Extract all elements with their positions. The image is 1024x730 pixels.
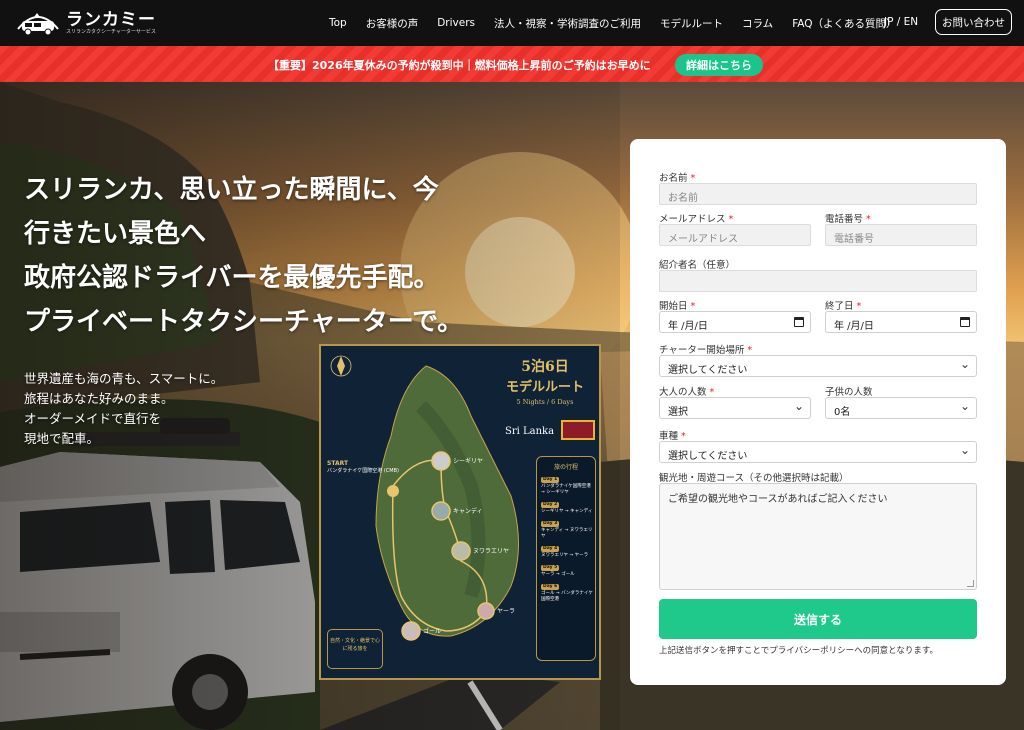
name-input[interactable]: お名前 — [659, 183, 977, 205]
children-label: 子供の人数 — [825, 387, 873, 398]
headline-line-1: スリランカ、思い立った瞬間に、今 — [24, 175, 439, 205]
nav-faq[interactable]: FAQ（よくある質問） — [792, 16, 896, 31]
children-select[interactable]: 0名 — [825, 397, 977, 419]
resize-handle-icon[interactable] — [967, 580, 974, 587]
place-label: シーギリヤ — [453, 458, 484, 465]
headline-line-3: 政府公認ドライバーを最優先手配。 — [24, 263, 440, 293]
poster-note: 自然・文化・絶景で心に残る旅を — [327, 629, 383, 669]
model-route-poster: 5泊6日 モデルルート 5 Nights / 6 Days Sri Lanka … — [319, 344, 601, 680]
nav-corporate[interactable]: 法人・視察・学術調査のご利用 — [494, 16, 641, 31]
start-date-label: 開始日 * — [659, 301, 696, 312]
itinerary-day: Day 3 キャンディ → ヌワラエリヤ — [541, 521, 593, 539]
place-label: ヤーラ — [497, 608, 516, 615]
banner-details-button[interactable]: 詳細はこちら — [675, 54, 763, 76]
itinerary-day: Day 1 バンダラナイケ国際空港 → シーギリヤ — [541, 477, 591, 495]
sub-line-3: オーダーメイドで直行を — [24, 411, 162, 426]
site-header: ランカミー スリランカタクシーチャーターサービス Top お客様の声 Drive… — [0, 0, 1024, 46]
poster-itinerary: 旅の行程 Day 1 バンダラナイケ国際空港 → シーギリヤ Day 2 シーギリヤ… — [536, 456, 596, 661]
poster-title: 5泊6日 モデルルート 5 Nights / 6 Days — [491, 356, 599, 406]
privacy-note: 上記送信ボタンを押すことでプライバシーポリシーへの同意となります。 — [659, 646, 938, 656]
calendar-icon[interactable] — [794, 317, 804, 327]
start-date-input[interactable]: 年 /月/日 — [659, 311, 811, 333]
sub-line-2: 旅程はあなた好みのまま。 — [24, 391, 174, 406]
adults-select[interactable]: 選択 — [659, 397, 811, 419]
pickup-select[interactable]: 選択してください — [659, 355, 977, 377]
main-nav: Top お客様の声 Drivers 法人・視察・学術調査のご利用 モデルルート … — [329, 0, 916, 46]
itinerary-day: Day 2 シーギリヤ → キャンディ — [541, 502, 593, 514]
referrer-input[interactable] — [659, 270, 977, 292]
poster-title-days: 5泊6日 — [521, 359, 569, 375]
announcement-banner: 【重要】2026年夏休みの予約が殺到中｜燃料価格上昇前のご予約はお早めに — [0, 46, 1024, 82]
vehicle-label: 車種 * — [659, 431, 686, 442]
place-label: ゴール — [423, 628, 442, 635]
headline-line-4: プライベートタクシーチャーターで。 — [24, 307, 464, 337]
poster-start-label: START バンダラナイケ国際空港 (CMB) — [327, 460, 399, 475]
nav-model-route[interactable]: モデルルート — [660, 16, 723, 31]
start-title: START — [327, 460, 349, 467]
email-input[interactable]: メールアドレス — [659, 224, 811, 246]
adults-label: 大人の人数 * — [659, 387, 715, 398]
nav-drivers[interactable]: Drivers — [437, 17, 475, 29]
nav-column[interactable]: コラム — [742, 16, 773, 31]
brand-title: ランカミー — [66, 9, 156, 30]
headline-line-2: 行きたい景色へ — [24, 219, 207, 249]
pickup-label: チャーター開始場所 * — [659, 345, 753, 356]
course-label: 観光地・周遊コース（その他選択時は記載） — [659, 473, 849, 484]
phone-input[interactable]: 電話番号 — [825, 224, 977, 246]
poster-title-route: モデルルート — [505, 380, 584, 395]
itinerary-title: 旅の行程 — [553, 464, 578, 471]
email-label: メールアドレス * — [659, 214, 734, 225]
itinerary-day: Day 4 ヌワラエリヤ → ヤーラ — [541, 546, 589, 558]
brand-logo[interactable]: ランカミー スリランカタクシーチャーターサービス — [14, 9, 164, 37]
start-text: バンダラナイケ国際空港 (CMB) — [327, 468, 399, 474]
nav-top[interactable]: Top — [329, 17, 347, 29]
submit-button[interactable]: 送信する — [659, 599, 977, 639]
phone-label: 電話番号 * — [825, 214, 871, 225]
vehicle-select[interactable]: 選択してください — [659, 441, 977, 463]
itinerary-day: Day 6 ゴール → バンダラナイケ国際空港 — [541, 584, 593, 602]
hero-subtext: 世界遺産も海の青も、スマートに。 旅程はあなた好みのまま。 オーダーメイドで直行… — [24, 369, 223, 449]
sub-line-4: 現地で配車。 — [24, 431, 100, 446]
place-label: キャンディ — [453, 508, 483, 515]
language-switch[interactable]: JP / EN — [884, 16, 918, 28]
nav-voices[interactable]: お客様の声 — [366, 16, 419, 31]
contact-button[interactable]: お問い合わせ — [935, 9, 1012, 35]
hero-headline: スリランカ、思い立った瞬間に、今 行きたい景色へ 政府公認ドライバーを最優先手配… — [24, 168, 463, 344]
end-date-input[interactable]: 年 /月/日 — [825, 311, 977, 333]
poster-country: Sri Lanka — [505, 426, 555, 437]
sub-line-1: 世界遺産も海の青も、スマートに。 — [24, 371, 224, 386]
van-logo-icon — [17, 13, 59, 36]
referrer-label: 紹介者名（任意） — [659, 260, 736, 271]
reservation-form: お名前 * お名前 メールアドレス * メールアドレス 電話番号 * 電話番号 紹介者… — [630, 139, 1006, 685]
calendar-icon[interactable] — [960, 317, 970, 327]
banner-text: 【重要】2026年夏休みの予約が殺到中｜燃料価格上昇前のご予約はお早めに — [268, 59, 651, 72]
itinerary-day: Day 5 ヤーラ → ゴール — [541, 565, 575, 577]
sri-lanka-flag-icon — [561, 420, 595, 440]
end-date-label: 終了日 * — [825, 301, 862, 312]
course-textarea[interactable]: ご希望の観光地やコースがあればご記入ください — [659, 483, 977, 590]
poster-title-en: 5 Nights / 6 Days — [516, 398, 574, 406]
place-label: ヌワラエリヤ — [473, 548, 510, 555]
name-label: お名前 * — [659, 173, 696, 184]
brand-subtitle: スリランカタクシーチャーターサービス — [66, 28, 156, 35]
